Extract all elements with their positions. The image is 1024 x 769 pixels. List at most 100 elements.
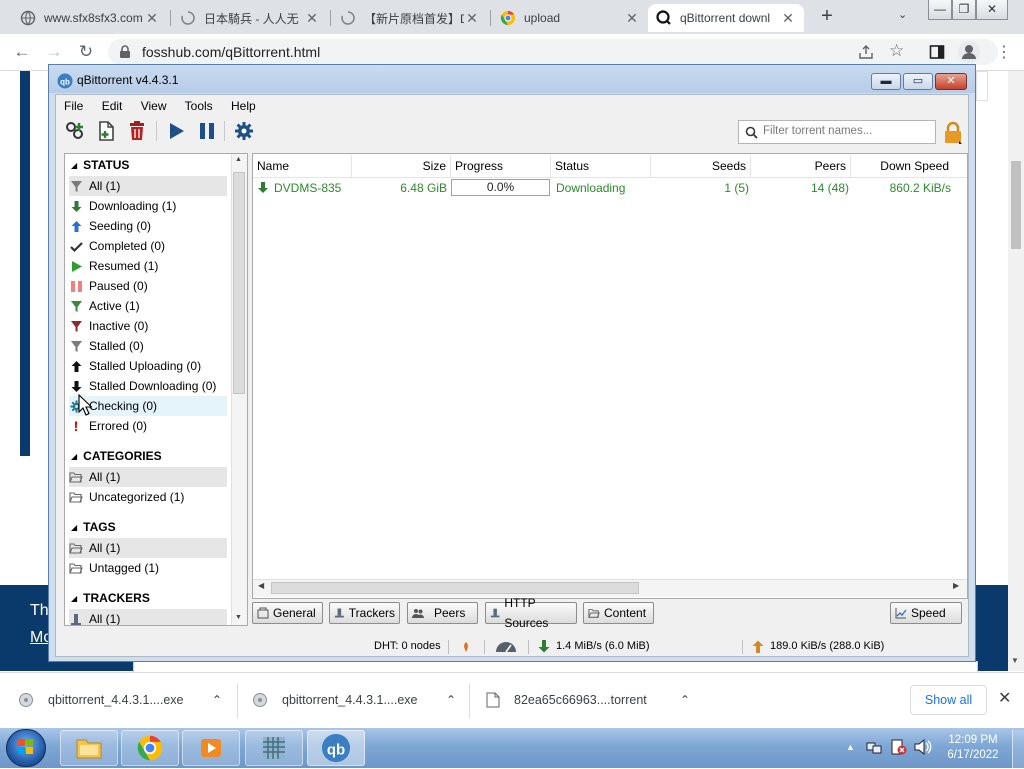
browser-tab[interactable]: 日本騎兵 - 人人无 ✕	[172, 4, 328, 32]
list-scrollbar-thumb[interactable]	[271, 582, 639, 594]
scroll-down-arrow-icon[interactable]: ▼	[235, 614, 242, 621]
column-header-down-speed[interactable]: Down Speed	[851, 155, 953, 177]
alt-speed-limits-icon[interactable]	[494, 641, 518, 653]
tag-all[interactable]: All (1)	[69, 538, 227, 558]
pause-icon[interactable]	[195, 119, 219, 143]
tracker-all[interactable]: All (1)	[69, 609, 227, 625]
tab-peers[interactable]: Peers	[407, 602, 478, 624]
share-icon[interactable]	[858, 44, 874, 60]
page-scrollbar-thumb[interactable]	[1011, 161, 1021, 249]
status-resumed[interactable]: Resumed (1)	[69, 256, 227, 276]
status-active[interactable]: Active (1)	[69, 296, 227, 316]
status-completed[interactable]: Completed (0)	[69, 236, 227, 256]
categories-section-header[interactable]: ◢ CATEGORIES	[71, 447, 162, 465]
menu-file[interactable]: File	[64, 99, 83, 113]
qb-minimize-button[interactable]: ▬	[871, 73, 901, 90]
browser-tab[interactable]: upload ✕	[492, 4, 648, 32]
forward-arrow-icon[interactable]: →	[44, 42, 64, 62]
close-tab-icon[interactable]: ✕	[464, 10, 480, 27]
url-text[interactable]: fosshub.com/qBittorrent.html	[142, 44, 320, 60]
volume-icon[interactable]	[914, 739, 932, 755]
clock[interactable]: 12:09 PM 6/17/2022	[940, 733, 1006, 763]
close-tab-icon[interactable]: ✕	[304, 10, 320, 27]
torrent-filter-input[interactable]: Filter torrent names...	[738, 120, 936, 144]
network-icon[interactable]	[866, 739, 882, 755]
browser-tab[interactable]: www.sfx8sfx3.com ✕	[12, 4, 168, 32]
download-item[interactable]: 82ea65c66963....torrent ⌃	[486, 684, 700, 716]
category-all[interactable]: All (1)	[69, 467, 227, 487]
add-torrent-file-icon[interactable]	[94, 119, 118, 143]
taskbar-explorer[interactable]	[60, 730, 118, 766]
tab-http-sources[interactable]: HTTP Sources	[485, 596, 577, 630]
close-window-button[interactable]: ✕	[976, 0, 1008, 20]
close-tab-icon[interactable]: ✕	[624, 10, 640, 27]
close-downloads-bar-icon[interactable]: ✕	[998, 688, 1011, 708]
minimize-window-button[interactable]: —	[928, 0, 952, 20]
chevron-up-icon[interactable]: ⌃	[212, 693, 222, 707]
taskbar-media-player[interactable]	[182, 730, 240, 766]
table-row[interactable]: DVDMS-835 6.48 GiB 0.0% Downloading 1 (5…	[253, 178, 963, 198]
connection-status-icon[interactable]	[460, 641, 472, 653]
trackers-section-header[interactable]: ◢ TRACKERS	[71, 589, 150, 607]
browser-tab-active[interactable]: qBittorrent downl ✕	[648, 4, 804, 32]
reload-icon[interactable]: ↻	[76, 42, 96, 62]
start-button[interactable]	[6, 729, 46, 767]
column-header-peers[interactable]: Peers	[751, 155, 851, 177]
add-torrent-link-icon[interactable]	[63, 119, 87, 143]
download-item[interactable]: qbittorrent_4.4.3.1....exe ⌃	[18, 684, 232, 716]
scroll-down-arrow-icon[interactable]: ▼	[1011, 656, 1019, 665]
download-item[interactable]: qbittorrent_4.4.3.1....exe ⌃	[252, 684, 466, 716]
resume-icon[interactable]	[164, 119, 188, 143]
sidebar-scrollbar-thumb[interactable]	[233, 172, 245, 394]
chevron-up-icon[interactable]: ⌃	[446, 693, 456, 707]
status-seeding[interactable]: Seeding (0)	[69, 216, 227, 236]
show-all-button[interactable]: Show all	[910, 685, 987, 715]
column-header-size[interactable]: Size	[352, 155, 451, 177]
tab-content[interactable]: Content	[583, 602, 654, 624]
status-checking[interactable]: Checking (0)	[69, 396, 227, 416]
tab-search-chevron-icon[interactable]: ⌄	[898, 8, 907, 21]
status-stalled[interactable]: Stalled (0)	[69, 336, 227, 356]
status-stalled-uploading[interactable]: Stalled Uploading (0)	[69, 356, 227, 376]
lock-icon[interactable]	[942, 121, 964, 145]
qb-close-button[interactable]: ✕	[935, 73, 967, 90]
status-section-header[interactable]: ◢ STATUS	[71, 156, 129, 174]
category-uncategorized[interactable]: Uncategorized (1)	[69, 487, 227, 507]
taskbar-chrome[interactable]	[121, 730, 179, 766]
show-hidden-icons-icon[interactable]: ▲	[846, 742, 855, 752]
scroll-left-arrow-icon[interactable]: ◀	[258, 581, 264, 590]
new-tab-button[interactable]: +	[816, 5, 838, 27]
speed-button[interactable]: Speed	[890, 602, 962, 624]
scroll-right-arrow-icon[interactable]: ▶	[953, 581, 959, 590]
menu-help[interactable]: Help	[231, 99, 256, 113]
chevron-up-icon[interactable]: ⌃	[680, 693, 690, 707]
menu-tools[interactable]: Tools	[185, 99, 213, 113]
column-header-status[interactable]: Status	[551, 155, 651, 177]
tab-trackers[interactable]: Trackers	[329, 602, 400, 624]
back-arrow-icon[interactable]: ←	[12, 42, 32, 62]
status-all[interactable]: All (1)	[69, 176, 227, 196]
close-tab-icon[interactable]: ✕	[144, 10, 160, 27]
show-desktop-button[interactable]	[1012, 730, 1024, 768]
profile-avatar[interactable]	[958, 41, 980, 63]
status-stalled-downloading[interactable]: Stalled Downloading (0)	[69, 376, 227, 396]
qb-maximize-button[interactable]: ▭	[903, 73, 933, 90]
taskbar-app[interactable]	[245, 730, 303, 766]
restore-window-button[interactable]: ❐	[952, 0, 976, 20]
status-errored[interactable]: ! Errored (0)	[69, 416, 227, 436]
more-menu-icon[interactable]: ⋮	[996, 42, 1012, 62]
column-header-seeds[interactable]: Seeds	[651, 155, 751, 177]
action-center-icon[interactable]	[890, 739, 908, 755]
taskbar-qbittorrent[interactable]: qb	[307, 730, 365, 766]
delete-torrent-icon[interactable]	[125, 119, 149, 143]
close-tab-icon[interactable]: ✕	[780, 10, 796, 27]
status-paused[interactable]: Paused (0)	[69, 276, 227, 296]
browser-tab[interactable]: 【新片原档首发】D ✕	[332, 4, 488, 32]
status-inactive[interactable]: Inactive (0)	[69, 316, 227, 336]
status-downloading[interactable]: Downloading (1)	[69, 196, 227, 216]
column-header-name[interactable]: Name	[253, 155, 352, 177]
menu-edit[interactable]: Edit	[102, 99, 123, 113]
tab-general[interactable]: General	[252, 602, 323, 624]
scroll-up-arrow-icon[interactable]: ▲	[235, 156, 242, 163]
tags-section-header[interactable]: ◢ TAGS	[71, 518, 116, 536]
